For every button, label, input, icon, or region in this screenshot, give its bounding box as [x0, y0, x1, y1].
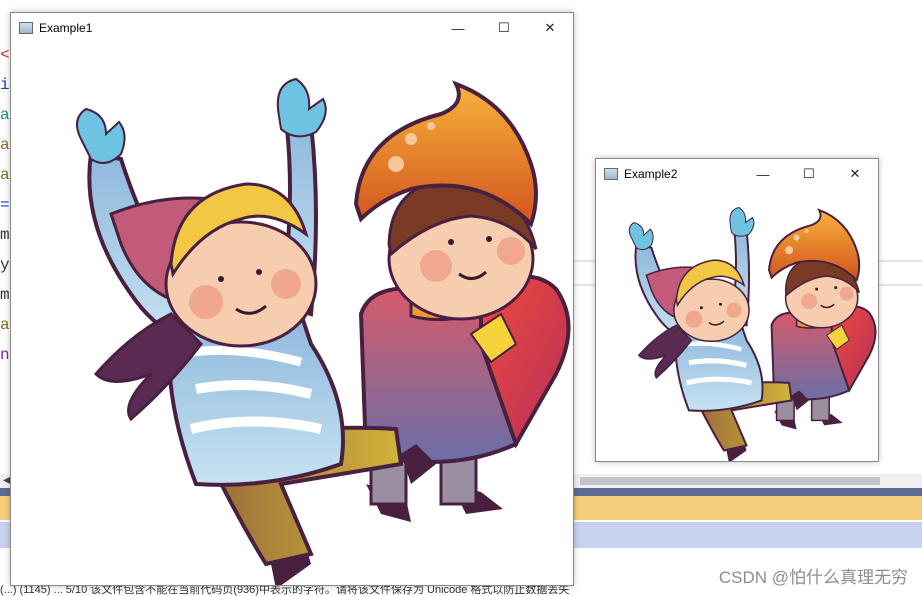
- minimize-button[interactable]: —: [435, 13, 481, 43]
- app-window-icon: [19, 22, 33, 34]
- image-canvas: [596, 190, 878, 461]
- kids-illustration: [76, 77, 571, 585]
- image-canvas: [11, 44, 573, 585]
- close-button[interactable]: ✕: [527, 13, 573, 43]
- maximize-button[interactable]: ☐: [481, 13, 527, 43]
- window-title: Example2: [624, 167, 678, 181]
- window-titlebar[interactable]: Example1 — ☐ ✕: [11, 13, 573, 43]
- window-example1[interactable]: Example1 — ☐ ✕: [10, 12, 574, 586]
- watermark: CSDN @怕什么真理无穷: [718, 568, 908, 587]
- window-title: Example1: [39, 21, 93, 35]
- window-example2[interactable]: Example2 — ☐ ✕: [595, 158, 879, 462]
- kids-illustration: [628, 206, 877, 461]
- window-titlebar[interactable]: Example2 — ☐ ✕: [596, 159, 878, 189]
- app-window-icon: [604, 168, 618, 180]
- close-button[interactable]: ✕: [832, 159, 878, 189]
- maximize-button[interactable]: ☐: [786, 159, 832, 189]
- scrollbar-thumb[interactable]: [580, 477, 880, 485]
- minimize-button[interactable]: —: [740, 159, 786, 189]
